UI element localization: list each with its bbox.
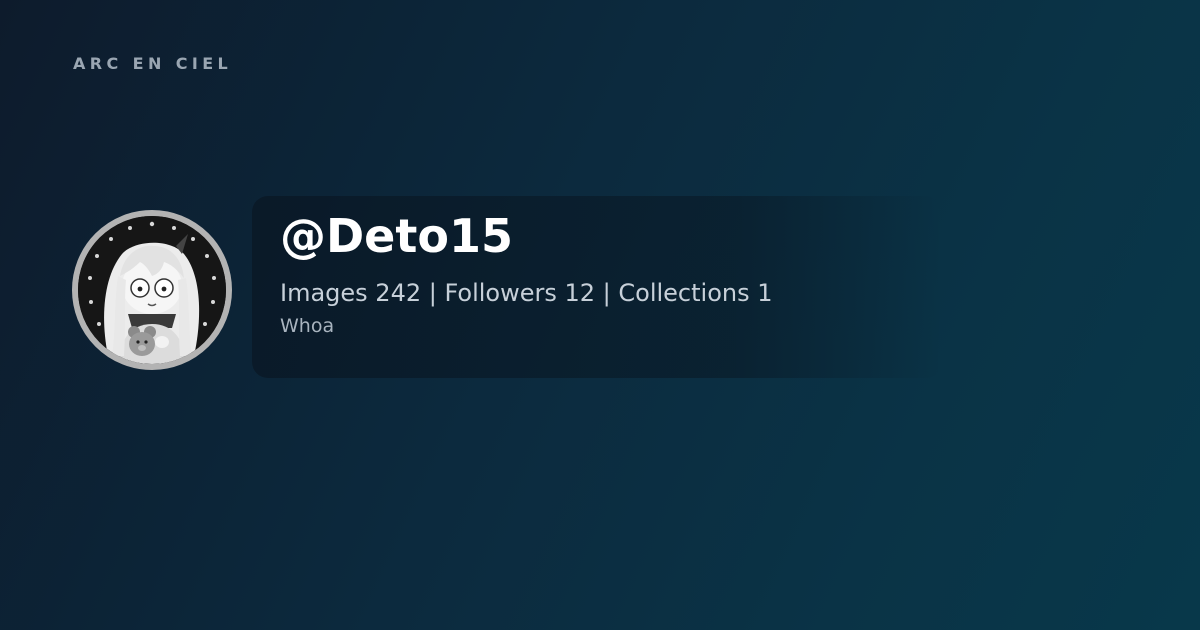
avatar[interactable] [72,210,232,370]
profile-stats: Images 242 | Followers 12 | Collections … [280,279,773,307]
profile-bio: Whoa [280,315,335,337]
profile-username[interactable]: @Deto15 [280,206,513,266]
site-brand[interactable]: ARC EN CIEL [73,54,232,74]
avatar-image [78,216,226,364]
